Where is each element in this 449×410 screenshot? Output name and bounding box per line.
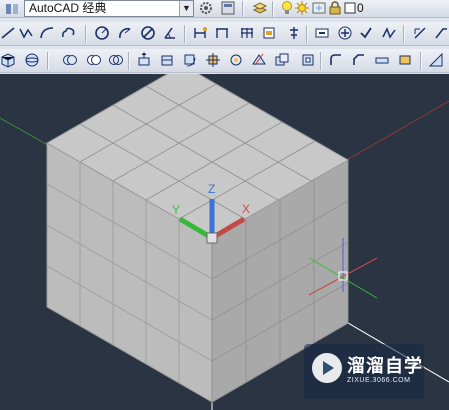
revolve-icon[interactable] bbox=[180, 50, 200, 70]
arc-icon[interactable] bbox=[37, 23, 57, 43]
watermark-subtitle: ZIXUE.3066.COM bbox=[347, 377, 411, 384]
toolbar-separator bbox=[47, 52, 49, 70]
revision-cloud-icon[interactable] bbox=[58, 23, 78, 43]
ucs-z-label: Z bbox=[208, 182, 215, 196]
current-layer-name[interactable]: 0 bbox=[357, 1, 364, 15]
slice-icon[interactable] bbox=[249, 50, 269, 70]
thicken-icon[interactable] bbox=[372, 50, 392, 70]
workspace-dropdown[interactable]: AutoCAD 经典 ▼ bbox=[24, 0, 194, 17]
3d-rotate-icon[interactable] bbox=[226, 50, 246, 70]
intersect-icon[interactable] bbox=[106, 50, 126, 70]
layer-properties-icon[interactable] bbox=[250, 0, 270, 18]
watermark: 溜溜自学 ZIXUE.3066.COM bbox=[304, 344, 424, 399]
draw-dimension-toolbar bbox=[0, 22, 449, 46]
3d-move-icon[interactable] bbox=[203, 50, 223, 70]
quick-dimension-icon[interactable] bbox=[190, 23, 210, 43]
toolbar-area: AutoCAD 经典 ▼ 0 bbox=[0, 0, 449, 74]
sphere-icon[interactable] bbox=[22, 50, 42, 70]
toolbar-separator bbox=[85, 25, 87, 43]
workspace-value: AutoCAD 经典 bbox=[29, 1, 107, 15]
box-icon[interactable] bbox=[0, 50, 18, 70]
ordinate-icon[interactable] bbox=[284, 23, 304, 43]
render-icon[interactable] bbox=[426, 50, 446, 70]
toolbar-separator bbox=[420, 52, 422, 70]
check-icon[interactable] bbox=[356, 23, 376, 43]
toolbar-separator bbox=[242, 1, 244, 17]
union-icon[interactable] bbox=[60, 50, 80, 70]
toolbar-separator bbox=[128, 52, 130, 70]
arc-3point-icon[interactable] bbox=[115, 23, 135, 43]
angular-dimension-icon[interactable] bbox=[160, 23, 180, 43]
section-icon[interactable] bbox=[272, 50, 292, 70]
toolbar-separator bbox=[320, 52, 322, 70]
dimension-edit-icon[interactable] bbox=[410, 23, 430, 43]
extrude-icon[interactable] bbox=[134, 50, 154, 70]
chamfer-edge-icon[interactable] bbox=[349, 50, 369, 70]
toolbar-separator bbox=[184, 25, 186, 43]
play-logo-icon bbox=[312, 353, 342, 383]
gear-icon[interactable] bbox=[196, 0, 216, 18]
inspect-icon[interactable] bbox=[312, 23, 332, 43]
fillet-edge-icon[interactable] bbox=[326, 50, 346, 70]
subtract-icon[interactable] bbox=[84, 50, 104, 70]
circle-icon[interactable] bbox=[92, 23, 112, 43]
tolerance-icon[interactable] bbox=[259, 23, 279, 43]
watermark-title: 溜溜自学 bbox=[347, 356, 423, 376]
center-mark-icon[interactable] bbox=[335, 23, 355, 43]
polyline-icon[interactable] bbox=[16, 23, 36, 43]
shell-icon[interactable] bbox=[298, 50, 318, 70]
baseline-dimension-icon[interactable] bbox=[237, 23, 257, 43]
workspace-switch-icon[interactable] bbox=[2, 0, 22, 19]
toolbar-separator bbox=[272, 1, 274, 17]
no-entry-icon[interactable] bbox=[138, 23, 158, 43]
modeling-toolbar bbox=[0, 49, 449, 73]
multileader-icon[interactable] bbox=[431, 23, 449, 43]
chevron-down-icon[interactable]: ▼ bbox=[179, 1, 193, 16]
ucs-x-label: X bbox=[242, 202, 250, 216]
jogged-dimension-icon[interactable] bbox=[379, 23, 399, 43]
toolbar-separator bbox=[306, 25, 308, 43]
presspull-icon[interactable] bbox=[157, 50, 177, 70]
linear-dimension-icon[interactable] bbox=[212, 23, 232, 43]
ucs-origin[interactable] bbox=[206, 232, 218, 244]
ucs-y-label: Y bbox=[172, 203, 180, 217]
convert-to-solid-icon[interactable] bbox=[395, 50, 415, 70]
workspace-settings-icon[interactable] bbox=[218, 0, 238, 18]
workspace-toolbar: AutoCAD 经典 ▼ 0 bbox=[0, 0, 449, 18]
toolbar-separator bbox=[403, 25, 405, 43]
